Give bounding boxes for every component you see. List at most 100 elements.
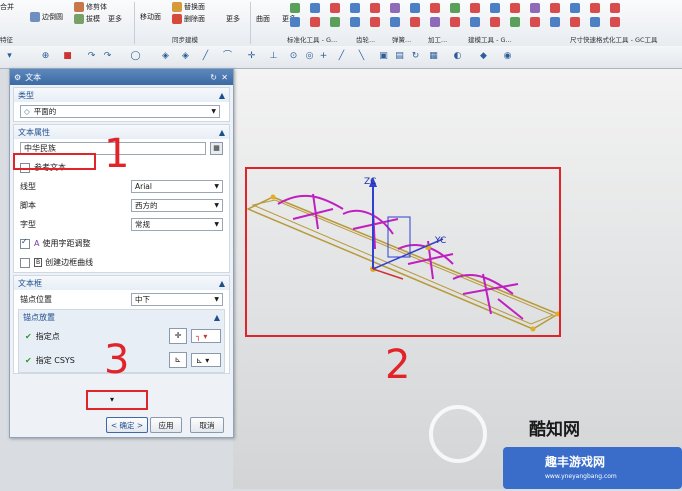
- collapse-icon[interactable]: ▲: [219, 128, 225, 137]
- ribbon-surface-button[interactable]: 曲面: [256, 14, 270, 24]
- tool-icon[interactable]: [450, 3, 460, 13]
- tool-icon[interactable]: [290, 3, 300, 13]
- line-type-value: Arial: [135, 182, 152, 191]
- apply-button[interactable]: 应用: [150, 417, 182, 433]
- tool-icon[interactable]: [530, 3, 540, 13]
- plus-icon[interactable]: +: [318, 51, 329, 62]
- cube-icon[interactable]: ◈: [160, 51, 171, 62]
- text-options-icon[interactable]: ▦: [210, 142, 223, 155]
- tool-icon[interactable]: [450, 17, 460, 27]
- point-icon[interactable]: ⊥: [268, 51, 279, 62]
- tool-icon[interactable]: [390, 17, 400, 27]
- tool-icon[interactable]: [310, 3, 320, 13]
- point-icon[interactable]: ✛: [246, 51, 257, 62]
- ribbon-replace-face-button[interactable]: 替换面: [172, 2, 205, 12]
- rotate-icon[interactable]: ↻: [410, 51, 421, 62]
- tool-icon[interactable]: [570, 17, 580, 27]
- tool-icon[interactable]: [490, 3, 500, 13]
- graphics-viewport[interactable]: ZC YC 2 酷知网 趣丰游戏网 www.yneyangbang.com: [233, 69, 682, 489]
- tool-icon[interactable]: [530, 17, 540, 27]
- watermark-site-name: 趣丰游戏网: [545, 455, 606, 469]
- tool-icon[interactable]: [510, 17, 520, 27]
- tool-icon[interactable]: [550, 17, 560, 27]
- tool-icon[interactable]: [490, 17, 500, 27]
- tool-icon[interactable]: [510, 3, 520, 13]
- tool-icon[interactable]: [590, 3, 600, 13]
- kerning-checkbox[interactable]: [20, 237, 30, 249]
- tool-icon[interactable]: [350, 3, 360, 13]
- select-filter-icon[interactable]: ⊕: [40, 51, 51, 62]
- view-icon[interactable]: ◯: [130, 51, 141, 62]
- window-icon[interactable]: ▤: [394, 51, 405, 62]
- menu-icon[interactable]: ▾: [4, 51, 15, 62]
- cancel-button[interactable]: 取消: [190, 417, 224, 433]
- cube-icon[interactable]: ◈: [180, 51, 191, 62]
- collapse-icon[interactable]: ▲: [214, 313, 220, 322]
- tool-icon[interactable]: [550, 3, 560, 13]
- collapse-icon[interactable]: ▲: [219, 279, 225, 288]
- point-dialog-icon[interactable]: ✛: [169, 328, 187, 344]
- tool-icon[interactable]: [310, 17, 320, 27]
- section-text-frame-header[interactable]: 文本框 ▲: [14, 276, 229, 290]
- boundary-checkbox[interactable]: [20, 257, 30, 268]
- type-dropdown[interactable]: ◇ 平面的 ▼: [20, 105, 220, 118]
- line-icon[interactable]: ╲: [356, 51, 367, 62]
- tool-icon[interactable]: [290, 17, 300, 27]
- line-icon[interactable]: ╱: [336, 51, 347, 62]
- tool-icon[interactable]: [330, 3, 340, 13]
- render-icon[interactable]: ◉: [502, 51, 513, 62]
- snap-icon[interactable]: ■: [62, 51, 73, 62]
- line-icon[interactable]: ╱: [200, 51, 211, 62]
- curve-icon[interactable]: ↷: [86, 51, 97, 62]
- ribbon-more-label-2: 更多: [226, 15, 240, 23]
- curve-icon[interactable]: ↷: [102, 51, 113, 62]
- tool-icon[interactable]: [570, 3, 580, 13]
- ribbon-more-button-1[interactable]: 更多: [108, 14, 122, 24]
- kerning-row: A使用字距调整: [14, 234, 229, 253]
- line-type-dropdown[interactable]: Arial ▼: [131, 180, 223, 193]
- ribbon-move-face-button[interactable]: 移动面: [140, 12, 161, 22]
- tool-icon[interactable]: [470, 3, 480, 13]
- anchor-placement-header[interactable]: 锚点放置 ▲: [19, 310, 224, 324]
- circle-icon[interactable]: ◎: [304, 51, 315, 62]
- arc-icon[interactable]: ⌒: [222, 51, 233, 62]
- tool-icon[interactable]: [390, 3, 400, 13]
- tool-icon[interactable]: [370, 3, 380, 13]
- tool-icon[interactable]: [610, 17, 620, 27]
- tool-icon[interactable]: [430, 3, 440, 13]
- circle-icon[interactable]: ⊙: [288, 51, 299, 62]
- ribbon-edge-blend-button[interactable]: 边倒圆: [30, 12, 63, 22]
- csys-dialog-icon[interactable]: ⊾: [169, 352, 187, 368]
- ribbon-draft-button[interactable]: 拔模: [74, 14, 100, 24]
- tool-icon[interactable]: [370, 17, 380, 27]
- dialog-titlebar[interactable]: ⚙ 文本 ↻ ✕: [10, 69, 233, 85]
- section-type-header[interactable]: 类型 ▲: [14, 88, 229, 102]
- dropdown-arrow-icon: ▼: [214, 202, 219, 209]
- tool-icon[interactable]: [330, 17, 340, 27]
- close-icon[interactable]: ✕: [221, 73, 228, 82]
- collapse-icon[interactable]: ▲: [219, 91, 225, 100]
- ok-button[interactable]: < 确定 >: [106, 417, 148, 433]
- script-dropdown[interactable]: 西方的 ▼: [131, 199, 223, 212]
- type-row: ◇ 平面的 ▼: [14, 102, 229, 121]
- tool-icon[interactable]: [410, 17, 420, 27]
- inferred-point-dropdown[interactable]: ┐ ▾: [191, 329, 221, 343]
- ribbon-merge-button[interactable]: 合并: [0, 2, 14, 12]
- ribbon-delete-face-button[interactable]: 删除面: [172, 14, 205, 24]
- style-dropdown[interactable]: 常规 ▼: [131, 218, 223, 231]
- window-icon[interactable]: ▣: [378, 51, 389, 62]
- ribbon-more-button-2[interactable]: 更多: [226, 14, 240, 24]
- tool-icon[interactable]: [590, 17, 600, 27]
- display-icon[interactable]: ◐: [452, 51, 463, 62]
- window-icon[interactable]: ▦: [428, 51, 439, 62]
- ribbon-trim-body-button[interactable]: 修剪体: [74, 2, 107, 12]
- csys-type-dropdown[interactable]: ⊾ ▾: [191, 353, 221, 367]
- tool-icon[interactable]: [470, 17, 480, 27]
- reset-icon[interactable]: ↻: [210, 73, 217, 82]
- tool-icon[interactable]: [430, 17, 440, 27]
- tool-icon[interactable]: [410, 3, 420, 13]
- anchor-pos-dropdown[interactable]: 中下 ▼: [131, 293, 223, 306]
- tool-icon[interactable]: [350, 17, 360, 27]
- cube-icon[interactable]: ◆: [478, 51, 489, 62]
- tool-icon[interactable]: [610, 3, 620, 13]
